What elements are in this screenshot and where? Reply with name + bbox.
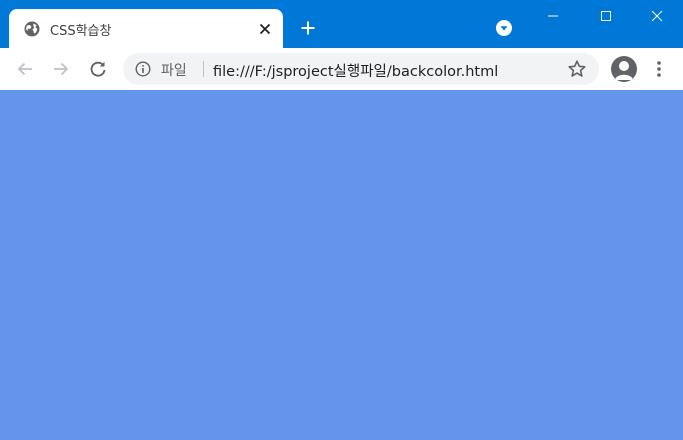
forward-button[interactable] <box>48 56 74 82</box>
page-content <box>0 90 683 440</box>
info-icon[interactable] <box>135 61 151 77</box>
minimize-button[interactable] <box>527 0 579 32</box>
close-icon <box>259 23 271 35</box>
browser-menu-button[interactable] <box>648 56 670 82</box>
tab-close-button[interactable] <box>256 20 274 38</box>
arrow-right-icon <box>54 62 69 76</box>
minimize-icon <box>548 15 558 17</box>
reload-button[interactable] <box>85 56 111 82</box>
globe-icon <box>24 21 40 37</box>
user-icon <box>615 61 633 80</box>
more-vertical-icon <box>657 61 661 77</box>
maximize-button[interactable] <box>580 0 632 32</box>
tab-title: CSS학습창 <box>50 24 112 39</box>
profile-avatar[interactable] <box>611 56 637 82</box>
arrow-left-icon <box>17 62 32 76</box>
plus-icon <box>301 21 315 35</box>
bookmark-star-icon[interactable] <box>567 59 587 79</box>
browser-tab[interactable]: CSS학습창 <box>9 9 283 48</box>
omnibox-divider <box>203 61 204 77</box>
window-close-button[interactable] <box>631 0 683 32</box>
window-titlebar: CSS학습창 <box>0 0 683 48</box>
maximize-icon <box>601 11 611 21</box>
close-icon <box>651 10 663 22</box>
browser-toolbar: 파일 file:///F:/jsproject실행파일/backcolor.ht… <box>0 48 683 90</box>
url-text[interactable]: file:///F:/jsproject실행파일/backcolor.html <box>213 60 498 81</box>
tab-search-button[interactable] <box>495 19 513 37</box>
back-button[interactable] <box>12 56 38 82</box>
new-tab-button[interactable] <box>296 16 320 40</box>
reload-icon <box>90 61 106 77</box>
scheme-label: 파일 <box>161 63 187 79</box>
address-bar[interactable]: 파일 file:///F:/jsproject실행파일/backcolor.ht… <box>123 53 599 85</box>
